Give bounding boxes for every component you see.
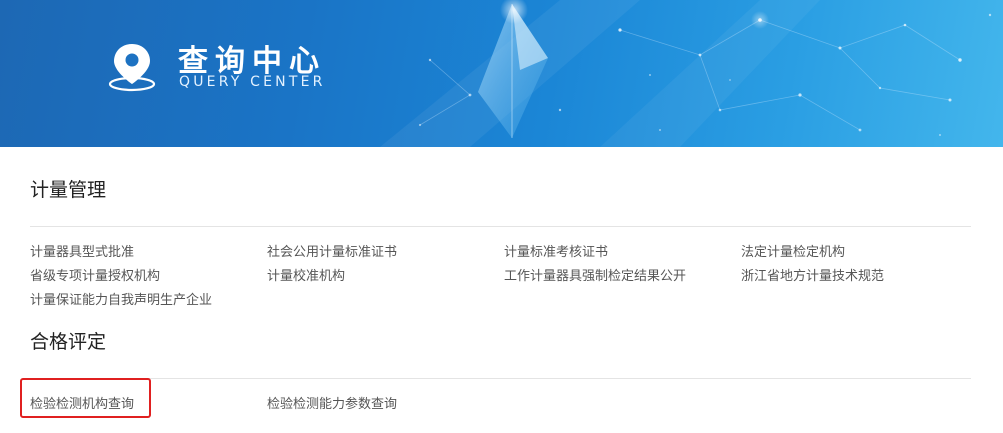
section-conformity-assessment: 合格评定 检验检测机构查询 检验检测能力参数查询 xyxy=(30,326,971,417)
link-calibration-institution[interactable]: 计量校准机构 xyxy=(267,265,504,289)
section-heading: 合格评定 xyxy=(30,331,107,353)
link-self-declared-manufacturers[interactable]: 计量保证能力自我声明生产企业 xyxy=(30,289,267,313)
link-zhejiang-technical-specifications[interactable]: 浙江省地方计量技术规范 xyxy=(741,265,971,289)
section-divider xyxy=(30,378,971,379)
section-metrology-management: 计量管理 计量器具型式批准 社会公用计量标准证书 计量标准考核证书 法定计量检定… xyxy=(30,174,971,313)
highlight-annotation-box xyxy=(20,378,151,418)
link-grid: 检验检测机构查询 检验检测能力参数查询 xyxy=(30,393,971,417)
section-divider xyxy=(30,226,971,227)
link-standard-assessment-certificate[interactable]: 计量标准考核证书 xyxy=(504,241,741,265)
link-compulsory-verification-results[interactable]: 工作计量器具强制检定结果公开 xyxy=(504,265,741,289)
link-type-approval[interactable]: 计量器具型式批准 xyxy=(30,241,267,265)
banner-subtitle: QUERY CENTER xyxy=(179,74,326,90)
link-provincial-authorized-institution[interactable]: 省级专项计量授权机构 xyxy=(30,265,267,289)
query-center-page: 查询中心 QUERY CENTER 计量管理 计量器具型式批准 社会公用计量标准… xyxy=(0,0,1003,433)
section-heading: 计量管理 xyxy=(30,179,107,201)
link-public-standard-certificate[interactable]: 社会公用计量标准证书 xyxy=(267,241,504,265)
location-pin-icon xyxy=(108,44,156,92)
link-grid: 计量器具型式批准 社会公用计量标准证书 计量标准考核证书 法定计量检定机构 省级… xyxy=(30,241,971,313)
link-inspection-capability-query[interactable]: 检验检测能力参数查询 xyxy=(267,393,504,417)
link-legal-verification-institution[interactable]: 法定计量检定机构 xyxy=(741,241,971,265)
query-center-banner: 查询中心 QUERY CENTER xyxy=(0,0,1003,147)
